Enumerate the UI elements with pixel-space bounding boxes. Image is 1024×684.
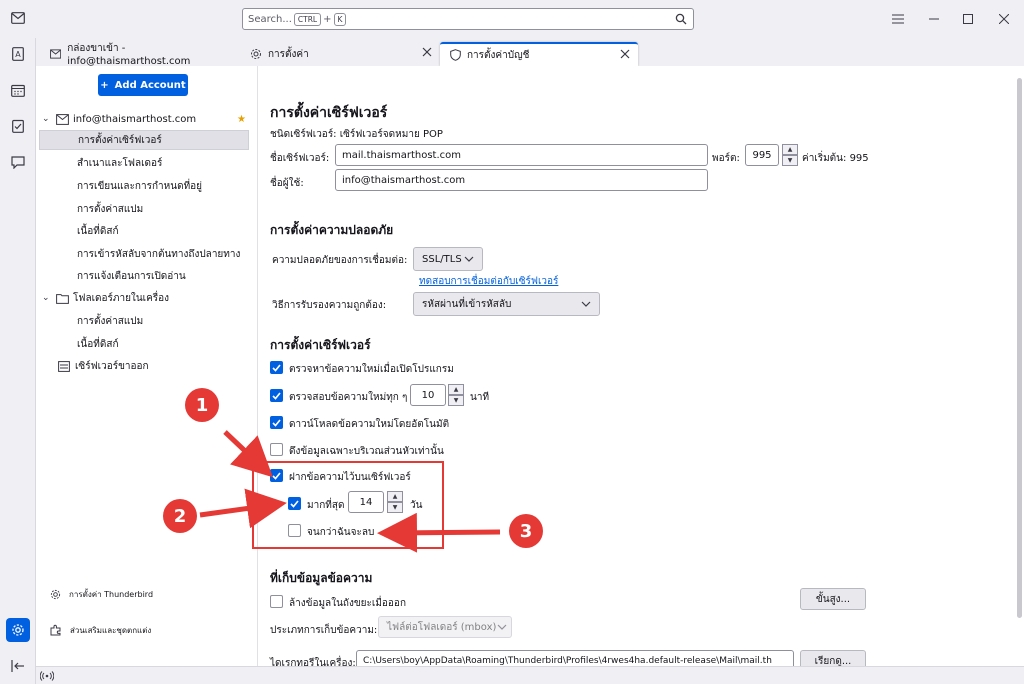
- annotation-arrow-3: [377, 512, 501, 553]
- thunderbird-window: Search... CTRL + K A กล่องขาเข้า - info@…: [0, 0, 1024, 684]
- annotation-arrows: [199, 430, 501, 553]
- annotation-arrow-1: [223, 430, 273, 478]
- annotation-marker-2: 2: [163, 499, 197, 533]
- annotation-marker-3: 3: [509, 514, 543, 548]
- annotation-marker-1: 1: [185, 388, 219, 422]
- annotation-arrow-2: [199, 488, 287, 529]
